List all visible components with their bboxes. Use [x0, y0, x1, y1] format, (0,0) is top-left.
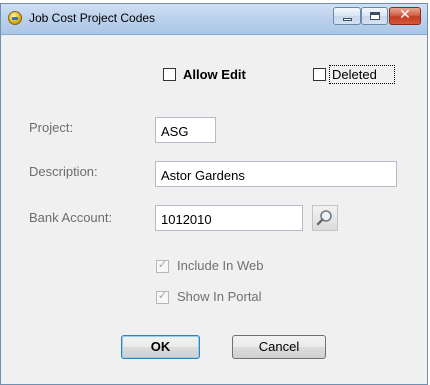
maximize-button[interactable]: [361, 7, 388, 25]
bank-account-input[interactable]: 1012010: [155, 205, 303, 231]
show-in-portal-label: Show In Portal: [177, 289, 262, 304]
dialog-window: Job Cost Project Codes ✕ Allow Edit Dele…: [0, 3, 428, 385]
minimize-button[interactable]: [333, 7, 361, 25]
app-icon: [8, 11, 22, 25]
minimize-icon: [343, 18, 352, 21]
close-button[interactable]: ✕: [389, 7, 421, 25]
window-title: Job Cost Project Codes: [29, 11, 156, 25]
close-icon: ✕: [399, 7, 411, 23]
deleted-checkbox[interactable]: [313, 68, 326, 81]
title-bar[interactable]: Job Cost Project Codes ✕: [1, 4, 427, 35]
project-label: Project:: [29, 120, 74, 135]
deleted-label[interactable]: Deleted: [332, 67, 377, 82]
description-label: Description:: [29, 164, 98, 179]
search-icon: [316, 210, 332, 226]
bank-account-label: Bank Account:: [29, 210, 113, 225]
cancel-button[interactable]: Cancel: [232, 335, 326, 359]
description-input[interactable]: Astor Gardens: [155, 161, 397, 187]
ok-button[interactable]: OK: [121, 335, 200, 359]
allow-edit-label[interactable]: Allow Edit: [183, 67, 246, 82]
check-icon: ✓: [157, 289, 168, 302]
include-in-web-label: Include In Web: [177, 258, 264, 273]
allow-edit-checkbox[interactable]: [163, 68, 176, 81]
show-in-portal-checkbox[interactable]: ✓: [156, 289, 169, 304]
include-in-web-checkbox[interactable]: ✓: [156, 258, 169, 273]
check-icon: ✓: [157, 258, 168, 271]
bank-account-lookup-button[interactable]: [312, 205, 338, 231]
maximize-icon: [370, 12, 380, 20]
project-input[interactable]: ASG: [155, 117, 216, 143]
